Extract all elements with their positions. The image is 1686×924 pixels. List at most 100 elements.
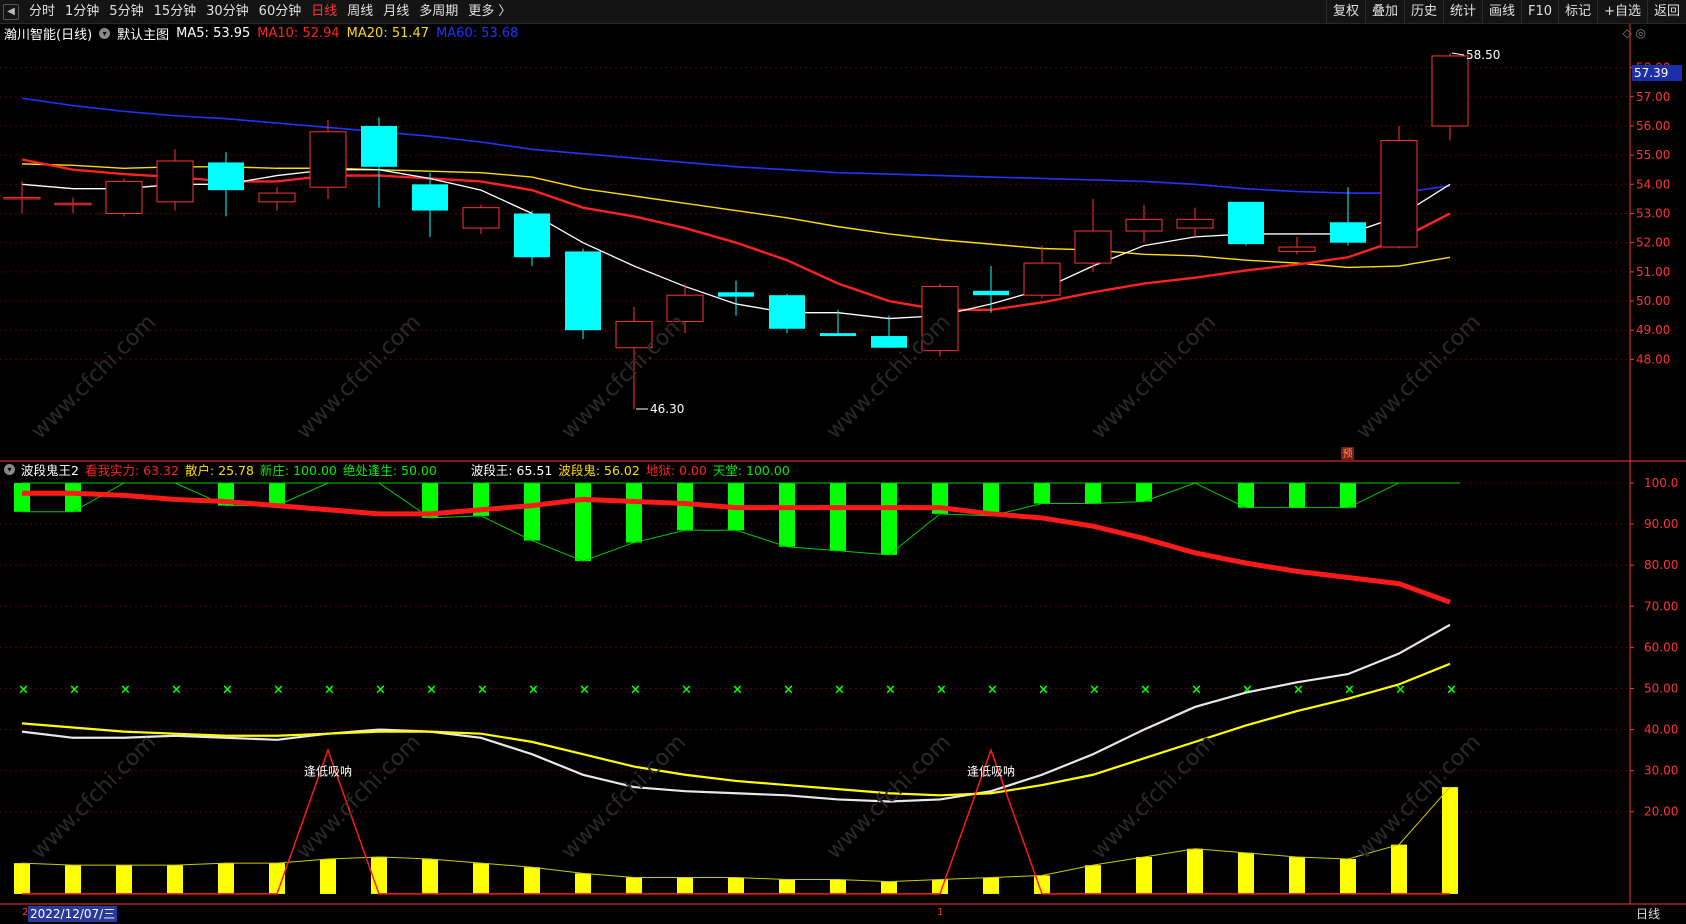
candle-body [769, 295, 805, 329]
candle-body [1074, 230, 1112, 264]
indicator-green-bar [269, 483, 285, 506]
candle [258, 187, 296, 211]
indicator-yellow-bar [1442, 787, 1458, 894]
candle-body [1176, 218, 1214, 229]
indicator-yellow-bar [1340, 859, 1356, 894]
indicator-x-marker: × [324, 682, 335, 697]
indicator-yellow-bar [1187, 848, 1203, 894]
candle-body [412, 184, 448, 211]
price-tick-label: 52.00 [1636, 236, 1670, 250]
candle-body [309, 131, 347, 188]
indicator-yellow-bar [1238, 852, 1254, 894]
indicator-green-bar [830, 483, 846, 551]
indicator-x-marker: × [171, 682, 182, 697]
price-tick-label: 53.00 [1636, 206, 1670, 220]
indicator-yellow-bar [320, 859, 336, 894]
price-tick-label: 57.00 [1636, 90, 1670, 104]
indicator-tick-label: 40.00 [1644, 723, 1678, 737]
price-tick-label: 54.00 [1636, 177, 1670, 191]
indicator-green-bar [1034, 483, 1050, 504]
candle [1431, 53, 1469, 141]
candle-body [54, 202, 92, 206]
candle-body [1431, 55, 1469, 127]
indicator-x-marker: × [579, 682, 590, 697]
indicator-green-bar [1289, 483, 1305, 508]
indicator-white-line [21, 623, 1451, 803]
candle [973, 266, 1009, 313]
candle-body [1125, 218, 1163, 232]
current-price-badge: 57.39 [1632, 65, 1682, 81]
candle [3, 181, 41, 214]
prediction-badge: 预 [1341, 447, 1354, 462]
price-tick-label: 49.00 [1636, 323, 1670, 337]
candle [105, 178, 143, 217]
candle-body [718, 292, 754, 297]
chart-canvas[interactable]: 58.0057.0056.0055.0054.0053.0052.0051.00… [0, 0, 1686, 924]
indicator-x-marker: × [630, 682, 641, 697]
candle [1330, 187, 1366, 246]
indicator-x-marker: × [1089, 682, 1100, 697]
candle [361, 117, 397, 208]
indicator-yellow-bar [677, 877, 693, 894]
indicator-yellow-bar [626, 877, 642, 894]
high-price-label: 58.50 [1466, 48, 1500, 62]
candle [1228, 201, 1264, 246]
indicator-tick-label: 20.00 [1644, 805, 1678, 819]
indicator-x-marker: × [222, 682, 233, 697]
indicator-signal-line [22, 747, 1450, 895]
indicator-x-marker: × [1446, 682, 1457, 697]
candle [208, 152, 244, 217]
signal-label: 逢低吸呐 [967, 765, 1015, 779]
indicator-x-marker: × [528, 682, 539, 697]
indicator-x-marker: × [732, 682, 743, 697]
watermark: www.cfchi.com [27, 730, 161, 864]
indicator-yellow-bar [14, 863, 30, 894]
indicator-green-bar [14, 483, 30, 512]
indicator-tick-label: 30.00 [1644, 764, 1678, 778]
price-tick-label: 51.00 [1636, 265, 1670, 279]
price-tick-label: 56.00 [1636, 119, 1670, 133]
indicator-yellow-bar [167, 865, 183, 894]
candle [871, 315, 907, 348]
indicator-yellow-bar [371, 856, 387, 894]
watermark: www.cfchi.com [822, 730, 956, 864]
high-pointer [1451, 52, 1465, 56]
indicator-yellow-bar [983, 877, 999, 894]
indicator-yellow-bar [830, 879, 846, 894]
indicator-tick-label: 60.00 [1644, 640, 1678, 654]
indicator-yellow-bar [65, 865, 81, 894]
indicator-yellow-bar [881, 881, 897, 894]
indicator-x-marker: × [1140, 682, 1151, 697]
indicator-green-bar [626, 483, 642, 543]
candle [514, 210, 550, 267]
indicator-yellow-bar [473, 863, 489, 894]
price-tick-label: 50.00 [1636, 294, 1670, 308]
candle-body [3, 196, 41, 200]
indicator-x-marker: × [885, 682, 896, 697]
indicator-x-marker: × [18, 682, 29, 697]
candle [1278, 236, 1316, 255]
candle-body [514, 213, 550, 258]
candle-body [1023, 262, 1061, 296]
indicator-green-bar [575, 483, 591, 562]
indicator-tick-label: 80.00 [1644, 558, 1678, 572]
indicator-yellow-bar [218, 863, 234, 894]
indicator-x-marker: × [69, 682, 80, 697]
indicator-red-line [22, 490, 1451, 605]
indicator-x-marker: × [273, 682, 284, 697]
indicator-yellow-bar [1391, 844, 1407, 894]
indicator-green-bar [881, 483, 897, 555]
low-price-label: 46.30 [650, 402, 684, 416]
indicator-green-bar [1238, 483, 1254, 508]
indicator-x-marker: × [477, 682, 488, 697]
indicator-x-marker: × [120, 682, 131, 697]
candle-body [258, 192, 296, 203]
indicator-x-marker: × [426, 682, 437, 697]
signal-label: 逢低吸呐 [304, 765, 352, 779]
indicator-yellow-bar [575, 873, 591, 894]
candle-body [1380, 140, 1418, 248]
indicator-green-bar [779, 483, 795, 547]
candle-body [156, 160, 194, 203]
watermark: www.cfchi.com [1352, 730, 1486, 864]
indicator-x-marker: × [936, 682, 947, 697]
